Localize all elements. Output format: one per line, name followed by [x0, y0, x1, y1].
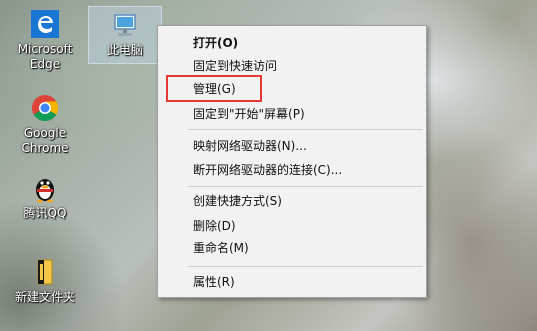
- computer-icon: [109, 9, 141, 41]
- desktop-icon-edge[interactable]: Microsoft Edge: [9, 8, 81, 72]
- menu-item-delete[interactable]: 删除(D): [158, 215, 426, 238]
- menu-item-create-shortcut[interactable]: 创建快捷方式(S): [158, 190, 426, 213]
- menu-item-disconnect-network-drive[interactable]: 断开网络驱动器的连接(C)...: [158, 159, 426, 182]
- menu-item-pin-start[interactable]: 固定到"开始"屏幕(P): [158, 103, 426, 126]
- desktop-icon-new-folder[interactable]: 新建文件夹: [9, 256, 81, 305]
- desktop-icon-label: 此电脑: [106, 43, 143, 57]
- desktop-icon-label: 腾讯QQ: [23, 206, 67, 220]
- desktop-icon-chrome[interactable]: Google Chrome: [9, 92, 81, 156]
- qq-penguin-icon: [29, 172, 61, 204]
- menu-separator: [188, 129, 423, 130]
- chrome-icon: [29, 92, 61, 124]
- desktop-icon-label: Google Chrome: [21, 126, 69, 155]
- desktop[interactable]: Microsoft Edge 此电脑 Google Chrome 腾讯QQ 新建…: [0, 0, 537, 331]
- highlight-annotation-box: [166, 75, 262, 102]
- edge-icon: [29, 8, 61, 40]
- menu-separator: [188, 266, 423, 267]
- desktop-icon-qq[interactable]: 腾讯QQ: [9, 172, 81, 221]
- desktop-icon-label: 新建文件夹: [14, 290, 75, 304]
- folder-icon: [29, 256, 61, 288]
- menu-item-properties[interactable]: 属性(R): [158, 271, 426, 294]
- menu-item-open[interactable]: 打开(O): [158, 32, 426, 55]
- desktop-icon-label: Microsoft Edge: [17, 42, 73, 71]
- menu-item-map-network-drive[interactable]: 映射网络驱动器(N)...: [158, 135, 426, 158]
- menu-item-rename[interactable]: 重命名(M): [158, 237, 426, 260]
- menu-separator: [188, 186, 423, 187]
- context-menu: 打开(O) 固定到快速访问 管理(G) 固定到"开始"屏幕(P) 映射网络驱动器…: [157, 25, 427, 298]
- desktop-icon-this-pc[interactable]: 此电脑: [88, 6, 162, 64]
